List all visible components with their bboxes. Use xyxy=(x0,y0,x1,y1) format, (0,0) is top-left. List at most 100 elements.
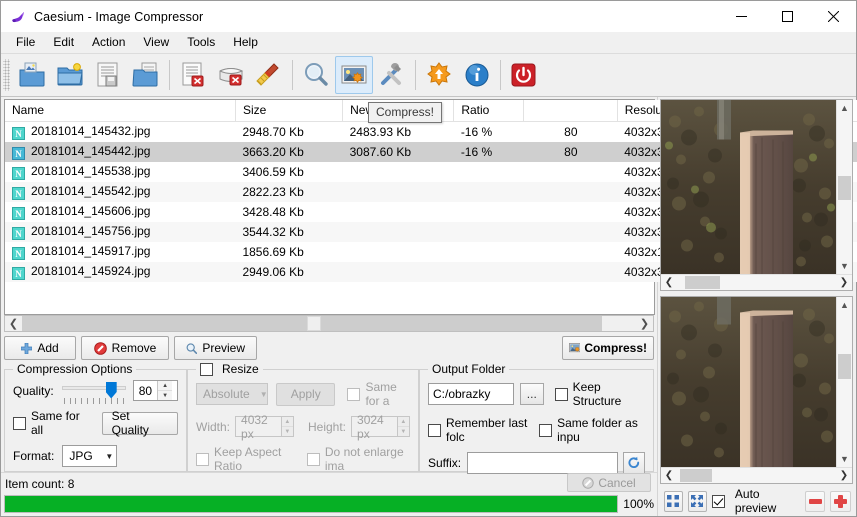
clear-list-icon[interactable] xyxy=(212,56,250,94)
scroll-down-icon[interactable]: ▼ xyxy=(840,258,849,274)
update-star-icon[interactable] xyxy=(420,56,458,94)
original-preview-vscrollbar[interactable]: ▲ ▼ xyxy=(836,100,852,274)
resize-same-for-all-checkbox[interactable] xyxy=(347,387,361,401)
suffix-input[interactable] xyxy=(467,452,619,474)
maximize-button[interactable] xyxy=(764,1,810,32)
scroll-left-icon[interactable]: ❮ xyxy=(661,275,677,290)
stepper-up-icon[interactable]: ▲ xyxy=(158,381,173,391)
column-header-quality[interactable] xyxy=(523,100,618,122)
resize-mode-select[interactable]: Absolute ▼ xyxy=(196,383,268,405)
compressed-preview-vscrollbar[interactable]: ▲ ▼ xyxy=(836,297,852,467)
hscroll-thumb[interactable] xyxy=(680,469,712,482)
scroll-right-icon[interactable]: ❯ xyxy=(636,316,653,331)
quality-stepper-buttons[interactable]: ▲ ▼ xyxy=(157,381,173,400)
settings-tools-icon[interactable] xyxy=(373,56,411,94)
reset-suffix-button[interactable] xyxy=(623,452,645,474)
vscroll-thumb[interactable] xyxy=(838,175,851,200)
column-header-size[interactable]: Size xyxy=(235,100,344,122)
actual-size-icon[interactable] xyxy=(687,490,707,512)
scroll-left-icon[interactable]: ❮ xyxy=(661,468,677,483)
file-list-horizontal-scrollbar[interactable]: ❮ ❯ xyxy=(4,315,654,332)
resize-apply-button[interactable]: Apply xyxy=(276,382,336,406)
original-preview-image[interactable] xyxy=(661,100,836,274)
column-header-name[interactable]: Name xyxy=(5,100,236,122)
format-select[interactable]: JPG ▼ xyxy=(62,445,118,467)
menu-file[interactable]: File xyxy=(7,33,44,52)
keep-aspect-ratio-checkbox[interactable] xyxy=(196,452,209,466)
compressed-preview-hscrollbar[interactable]: ❮ ❯ xyxy=(661,467,852,483)
zoom-in-icon[interactable] xyxy=(830,490,851,512)
compress-image-icon[interactable] xyxy=(335,56,373,94)
compress-button-label: Compress! xyxy=(584,341,647,355)
vscroll-track[interactable] xyxy=(837,313,852,451)
stepper-down-icon[interactable]: ▼ xyxy=(282,427,293,436)
original-preview-pane[interactable]: ▲ ▼ ❮ ❯ xyxy=(660,99,853,291)
hscroll-thumb[interactable] xyxy=(307,316,321,331)
stepper-up-icon[interactable]: ▲ xyxy=(281,417,293,427)
scroll-left-icon[interactable]: ❮ xyxy=(5,316,22,331)
quality-stepper[interactable]: 80 ▲ ▼ xyxy=(132,380,178,401)
hscroll-track[interactable] xyxy=(677,275,836,290)
set-quality-button[interactable]: Set Quality xyxy=(101,409,178,437)
hscroll-track[interactable] xyxy=(22,316,636,331)
preview-button[interactable]: Preview xyxy=(174,336,257,360)
height-stepper-buttons[interactable]: ▲ ▼ xyxy=(396,417,409,436)
auto-preview-checkbox[interactable] xyxy=(711,494,725,508)
scroll-down-icon[interactable]: ▼ xyxy=(840,451,849,467)
scroll-right-icon[interactable]: ❯ xyxy=(836,275,852,290)
stepper-down-icon[interactable]: ▼ xyxy=(398,427,409,436)
remember-last-folder-checkbox[interactable] xyxy=(428,423,441,437)
remove-item-icon[interactable] xyxy=(174,56,212,94)
file-type-icon: N xyxy=(12,127,25,140)
add-button[interactable]: Add xyxy=(4,336,76,360)
output-path-input[interactable]: C:/obrazky xyxy=(428,383,514,405)
menu-help[interactable]: Help xyxy=(224,33,267,52)
vscroll-track[interactable] xyxy=(837,116,852,258)
same-for-all-checkbox[interactable] xyxy=(13,416,26,430)
width-stepper[interactable]: 4032 px ▲ ▼ xyxy=(235,413,294,441)
add-pictures-icon[interactable] xyxy=(13,56,51,94)
hscroll-track[interactable] xyxy=(677,468,836,483)
stepper-down-icon[interactable]: ▼ xyxy=(158,391,172,400)
stepper-up-icon[interactable]: ▲ xyxy=(397,417,409,427)
info-icon[interactable] xyxy=(458,56,496,94)
menu-tools[interactable]: Tools xyxy=(178,33,224,52)
slider-thumb[interactable] xyxy=(105,381,117,399)
toolbar-grip[interactable] xyxy=(3,59,10,91)
add-folder-icon[interactable] xyxy=(51,56,89,94)
same-folder-as-input-checkbox[interactable] xyxy=(539,423,553,437)
fit-to-window-icon[interactable] xyxy=(664,490,683,512)
cancel-button[interactable]: Cancel xyxy=(567,473,651,492)
width-stepper-buttons[interactable]: ▲ ▼ xyxy=(280,417,293,436)
status-bar: Item count: 8 Cancel 100% xyxy=(1,472,657,516)
remove-button[interactable]: Remove xyxy=(81,336,169,360)
open-list-icon[interactable] xyxy=(127,56,165,94)
menu-edit[interactable]: Edit xyxy=(44,33,83,52)
scroll-up-icon[interactable]: ▲ xyxy=(840,297,849,313)
close-button[interactable] xyxy=(810,1,856,32)
compressed-preview-pane[interactable]: ▲ ▼ ❮ ❯ xyxy=(660,296,853,484)
compressed-preview-image[interactable] xyxy=(661,297,836,467)
browse-folder-button[interactable]: ... xyxy=(519,383,544,405)
minimize-button[interactable] xyxy=(718,1,764,32)
resize-checkbox[interactable] xyxy=(200,362,213,376)
height-stepper[interactable]: 3024 px ▲ ▼ xyxy=(351,413,410,441)
menu-action[interactable]: Action xyxy=(83,33,134,52)
menu-view[interactable]: View xyxy=(134,33,178,52)
original-preview-hscrollbar[interactable]: ❮ ❯ xyxy=(661,274,852,290)
caesium-main-window: Caesium - Image Compressor File Edit Act… xyxy=(0,0,857,517)
quality-slider[interactable] xyxy=(61,381,126,404)
column-header-ratio[interactable]: Ratio xyxy=(453,100,524,122)
scroll-right-icon[interactable]: ❯ xyxy=(836,468,852,483)
zoom-out-icon[interactable] xyxy=(804,490,826,512)
exit-power-icon[interactable] xyxy=(505,56,543,94)
do-not-enlarge-checkbox[interactable] xyxy=(306,452,320,466)
compress-button[interactable]: Compress! xyxy=(562,336,654,360)
keep-structure-checkbox[interactable] xyxy=(554,387,568,401)
vscroll-thumb[interactable] xyxy=(838,354,851,380)
hscroll-thumb[interactable] xyxy=(684,276,720,289)
clean-broom-icon[interactable] xyxy=(250,56,288,94)
save-list-icon[interactable] xyxy=(89,56,127,94)
preview-magnifier-icon[interactable] xyxy=(297,56,335,94)
scroll-up-icon[interactable]: ▲ xyxy=(840,100,849,116)
